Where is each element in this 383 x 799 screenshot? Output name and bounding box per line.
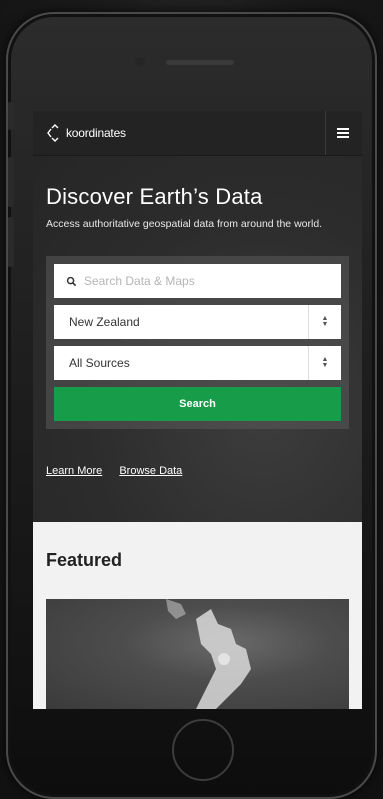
search-icon (66, 276, 77, 286)
hero-section: Discover Earth’s Data Access authoritati… (33, 156, 362, 522)
hero-links: Learn More Browse Data (46, 465, 349, 477)
earpiece-speaker (166, 60, 234, 65)
browse-data-link[interactable]: Browse Data (119, 465, 182, 477)
koordinates-logo-icon (47, 124, 59, 142)
learn-more-link[interactable]: Learn More (46, 465, 102, 477)
navbar: koordinates (33, 111, 362, 156)
mute-switch (8, 102, 14, 130)
select-arrows-icon: ▲ ▼ (308, 305, 341, 339)
featured-section: Featured (33, 522, 362, 709)
search-placeholder: Search Data & Maps (84, 274, 195, 288)
volume-up-button (8, 157, 14, 207)
phone-screen: koordinates Discover Earth’s Data Access… (33, 111, 362, 709)
region-select[interactable]: New Zealand ▲ ▼ (54, 305, 341, 339)
hero-subtitle: Access authoritative geospatial data fro… (46, 218, 323, 230)
menu-button[interactable] (325, 111, 362, 155)
logo-text: koordinates (66, 126, 126, 140)
home-button[interactable] (172, 719, 234, 781)
source-select[interactable]: All Sources ▲ ▼ (54, 346, 341, 380)
source-select-value: All Sources (69, 356, 130, 370)
search-form: Search Data & Maps New Zealand ▲ ▼ All So… (46, 256, 349, 429)
hero-title: Discover Earth’s Data (46, 184, 263, 209)
featured-map-card[interactable] (46, 599, 349, 709)
front-camera (135, 57, 145, 67)
featured-map-image (166, 599, 251, 709)
select-arrows-icon: ▲ ▼ (308, 346, 341, 380)
search-button[interactable]: Search (54, 387, 341, 421)
search-input[interactable]: Search Data & Maps (54, 264, 341, 298)
volume-down-button (8, 217, 14, 267)
region-select-value: New Zealand (69, 315, 140, 329)
featured-title: Featured (46, 550, 123, 570)
logo[interactable]: koordinates (45, 123, 126, 143)
